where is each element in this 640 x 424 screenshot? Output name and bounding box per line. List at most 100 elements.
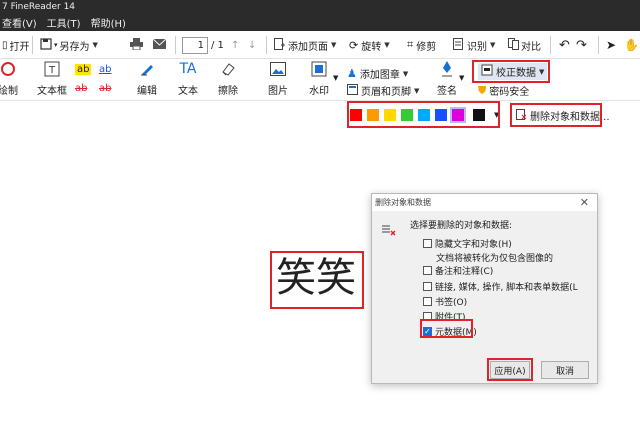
sign-dropdown[interactable]: ▼ — [459, 74, 464, 82]
chevron-down-icon: ▼ — [414, 86, 420, 95]
open-button[interactable]: ▯ 打开 — [2, 31, 30, 59]
header-footer-button[interactable]: 页眉和页脚 ▼ — [347, 83, 419, 98]
edit-button[interactable]: 编辑 — [137, 60, 157, 97]
highlight-box-delete-objects — [510, 103, 602, 127]
chevron-down-icon: ▼ — [331, 41, 337, 49]
highlight-box-color-palette — [347, 101, 500, 128]
pen-icon — [438, 60, 456, 78]
crop-icon: ⌗ — [407, 38, 414, 51]
strikethrough-icon: ab — [75, 83, 88, 94]
add-page-button[interactable]: 添加页面 ▼ — [274, 31, 336, 59]
redo-button[interactable]: ↷ — [576, 31, 587, 59]
shield-icon: ⛊ — [478, 83, 487, 97]
svg-text:T: T — [48, 65, 56, 76]
highlight-box-metadata — [420, 319, 473, 338]
save-icon — [40, 37, 52, 53]
highlight-icon: ab — [75, 64, 92, 75]
hand-icon: ✋ — [624, 38, 639, 52]
open-icon: ▯ — [2, 39, 8, 51]
rotate-button[interactable]: ⟳ 旋转 ▼ — [349, 31, 390, 59]
pencil-icon — [138, 60, 156, 78]
password-security-button[interactable]: ⛊ 密码安全 — [478, 83, 529, 99]
compare-icon — [508, 37, 519, 53]
option-note: 文档将被转化为仅包含图像的 — [436, 254, 554, 264]
header-footer-icon — [347, 83, 358, 98]
erase-button[interactable]: 擦除 — [218, 60, 238, 97]
chevron-down-icon: ▼ — [459, 74, 465, 82]
window-title: 7 FineReader 14 — [0, 0, 640, 14]
text-button[interactable]: TA 文本 — [178, 60, 198, 97]
checkbox[interactable] — [423, 266, 432, 275]
cancel-button[interactable]: 取消 — [541, 361, 589, 379]
underline-button[interactable]: ab — [99, 64, 111, 75]
save-as-button[interactable]: ▾ 另存为 ▼ — [40, 31, 98, 59]
recognize-button[interactable]: 识别 ▼ — [453, 31, 495, 59]
eraser-icon — [219, 60, 237, 78]
replace-icon: ab — [99, 83, 112, 94]
textbox-icon: T — [43, 60, 61, 78]
page-number-input[interactable]: 1 — [182, 36, 208, 54]
image-button[interactable]: 图片 — [268, 60, 288, 97]
undo-icon: ↶ — [559, 37, 570, 53]
recognize-icon — [453, 37, 464, 53]
stamp-icon: ♟ — [347, 67, 357, 80]
dialog-prompt: 选择要删除的对象和数据: — [410, 221, 513, 231]
chevron-down-icon: ▼ — [402, 69, 409, 78]
option-bookmarks[interactable]: 书签(O) — [423, 295, 467, 308]
close-icon[interactable]: ✕ — [580, 196, 589, 209]
print-button[interactable] — [130, 31, 143, 59]
highlight-button[interactable]: ab — [75, 64, 92, 75]
hand-tool-button[interactable]: ✋ — [624, 31, 639, 59]
watermark-icon — [310, 60, 328, 78]
add-stamp-button[interactable]: ♟ 添加图章 ▼ — [347, 66, 408, 81]
option-hidden-text[interactable]: 隐藏文字和对象(H) — [423, 237, 512, 250]
replace-text-button[interactable]: ab — [99, 83, 111, 94]
select-tool-button[interactable]: ➤ — [606, 31, 616, 59]
checkbox[interactable] — [423, 282, 432, 291]
highlight-box-document-text — [270, 251, 364, 309]
textbox-button[interactable]: T 文本框 — [37, 60, 67, 97]
menu-tools[interactable]: 工具(T) — [45, 15, 89, 30]
checkbox[interactable] — [423, 239, 432, 248]
chevron-down-icon: ▼ — [92, 41, 98, 49]
option-links-media[interactable]: 链接, 媒体, 操作, 脚本和表单数据(L — [423, 280, 578, 293]
draw-icon — [0, 60, 17, 78]
strikethrough-button[interactable]: ab — [75, 83, 87, 94]
menu-view[interactable]: 查看(V) — [0, 15, 45, 30]
sign-button[interactable]: 签名 — [437, 60, 457, 97]
checkbox[interactable] — [423, 297, 432, 306]
chevron-down-icon: ▼ — [333, 74, 339, 82]
crop-button[interactable]: ⌗ 修剪 — [407, 31, 436, 59]
page-total: / 1 — [211, 39, 224, 51]
email-button[interactable] — [152, 31, 167, 59]
redo-icon: ↷ — [576, 37, 587, 53]
watermark-button[interactable]: 水印 — [309, 60, 329, 97]
menu-bar: 查看(V) 工具(T) 帮助(H) — [0, 14, 640, 31]
underline-icon: ab — [99, 64, 112, 75]
menu-help[interactable]: 帮助(H) — [89, 15, 134, 30]
mail-icon — [152, 38, 167, 52]
dialog-icon — [382, 224, 396, 239]
draw-button[interactable]: 绘制 — [0, 60, 18, 97]
save-dropdown-icon: ▾ — [54, 41, 58, 49]
watermark-dropdown[interactable]: ▼ — [333, 74, 338, 82]
chevron-down-icon: ▼ — [490, 41, 496, 49]
rotate-icon: ⟳ — [349, 38, 359, 52]
chevron-down-icon: ▼ — [384, 41, 390, 49]
highlight-box-correct-data — [472, 60, 550, 83]
dialog-title: 删除对象和数据 — [372, 194, 597, 211]
image-icon — [269, 60, 287, 78]
option-comments[interactable]: 备注和注释(C) — [423, 264, 493, 277]
highlight-box-apply — [487, 358, 533, 381]
page-navigator: 1 / 1 — [182, 31, 224, 59]
next-page-button[interactable]: ↓ — [248, 31, 256, 59]
arrow-up-icon: ↑ — [231, 39, 240, 51]
add-page-icon — [274, 37, 285, 53]
prev-page-button[interactable]: ↑ — [231, 31, 239, 59]
arrow-down-icon: ↓ — [248, 39, 257, 51]
pointer-icon: ➤ — [606, 38, 617, 52]
printer-icon — [130, 37, 143, 53]
compare-button[interactable]: 对比 — [508, 31, 541, 59]
undo-button[interactable]: ↶ — [559, 31, 570, 59]
text-icon: TA — [179, 61, 197, 77]
